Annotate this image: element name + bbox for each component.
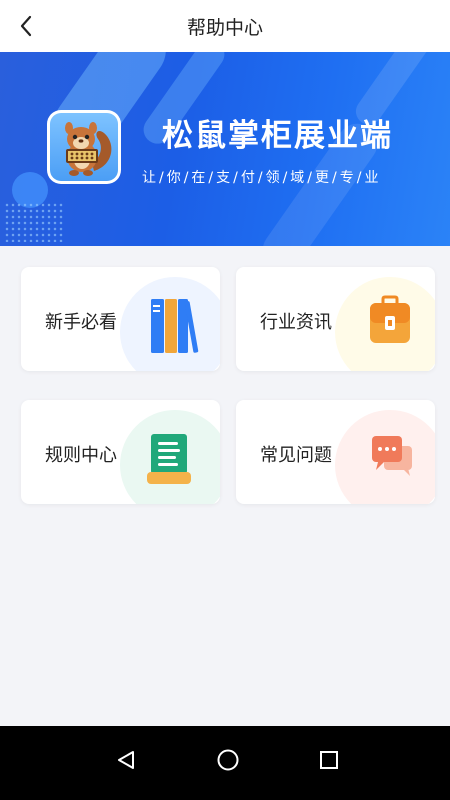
banner-decoration <box>4 202 64 242</box>
card-faq[interactable]: 常见问题 <box>236 400 435 504</box>
card-label: 行业资讯 <box>260 312 332 333</box>
chevron-left-icon <box>20 15 32 37</box>
card-label: 规则中心 <box>45 445 117 466</box>
circle-home-icon <box>217 749 239 771</box>
top-bar: 帮助中心 <box>0 0 450 52</box>
scroll-icon <box>147 434 191 484</box>
books-icon <box>151 299 199 353</box>
back-button[interactable] <box>10 10 42 42</box>
card-beginners-guide[interactable]: 新手必看 <box>21 267 220 371</box>
nav-recents-button[interactable] <box>309 740 349 780</box>
card-rules-center[interactable]: 规则中心 <box>21 400 220 504</box>
chat-bubbles-icon <box>372 436 412 476</box>
triangle-back-icon <box>118 751 134 769</box>
system-nav-bar <box>0 726 450 800</box>
app-name: 松鼠掌柜展业端 <box>162 118 393 154</box>
squirrel-logo-icon <box>65 122 112 176</box>
app-slogan: 让/你/在/支/付/领/域/更/专/业 <box>142 170 382 186</box>
app-logo <box>47 110 121 184</box>
card-label: 新手必看 <box>45 312 117 333</box>
nav-back-button[interactable] <box>106 740 146 780</box>
briefcase-icon <box>370 295 410 343</box>
nav-home-button[interactable] <box>208 740 248 780</box>
page-title: 帮助中心 <box>186 16 263 39</box>
square-recents-icon <box>320 751 338 769</box>
card-industry-news[interactable]: 行业资讯 <box>236 267 435 371</box>
card-label: 常见问题 <box>260 445 332 466</box>
